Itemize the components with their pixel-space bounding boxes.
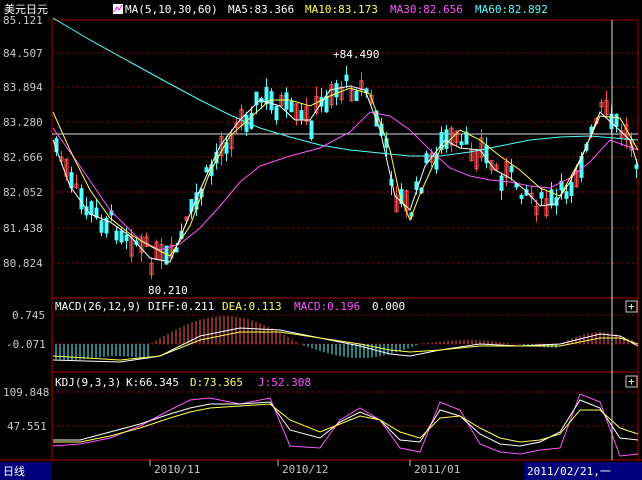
candle bbox=[69, 172, 74, 189]
macd-histogram bbox=[55, 316, 633, 360]
candle bbox=[284, 92, 289, 110]
kdj-tick-label: 47.551 bbox=[7, 420, 47, 433]
d-value: D:73.365 bbox=[190, 376, 243, 389]
candle bbox=[204, 167, 209, 173]
candle bbox=[289, 100, 294, 113]
high-marker-label: +84.490 bbox=[333, 48, 379, 61]
diff-value: DIFF:0.211 bbox=[148, 300, 214, 313]
ma30-value: MA30:82.656 bbox=[390, 3, 463, 16]
candle bbox=[614, 114, 619, 127]
ma60-value: MA60:82.892 bbox=[475, 3, 548, 16]
candle bbox=[269, 91, 274, 111]
kdj-d-line bbox=[53, 403, 639, 443]
dea-value: DEA:0.113 bbox=[222, 300, 282, 313]
ma5-line bbox=[52, 85, 639, 263]
kdj-j-line bbox=[52, 393, 639, 457]
candle bbox=[114, 230, 119, 241]
price-tick-label: 82.052 bbox=[3, 186, 43, 199]
ma-indicator-icon[interactable] bbox=[113, 4, 123, 14]
svg-text:+: + bbox=[628, 300, 635, 313]
kdj-expand-button[interactable]: + bbox=[625, 375, 638, 388]
ma10-value: MA10:83.173 bbox=[305, 3, 378, 16]
candle bbox=[99, 220, 104, 233]
candle bbox=[539, 192, 544, 199]
price-tick-label: 81.438 bbox=[3, 222, 43, 235]
candle bbox=[354, 90, 359, 101]
kdj-tick-label: 109.848 bbox=[3, 386, 49, 399]
date-label: 2010/11 bbox=[154, 463, 200, 476]
price-tick-label: 84.507 bbox=[3, 47, 43, 60]
candle bbox=[459, 141, 464, 146]
ma-indicator-label: MA(5,10,30,60) bbox=[125, 3, 218, 16]
price-tick-label: 83.280 bbox=[3, 116, 43, 129]
svg-text:日线: 日线 bbox=[3, 464, 25, 478]
macd-expand-button[interactable]: + bbox=[625, 300, 638, 313]
svg-text:2011/02/21,一: 2011/02/21,一 bbox=[527, 465, 611, 478]
candle bbox=[79, 188, 84, 210]
svg-text:+: + bbox=[628, 375, 635, 388]
kdj-indicator-label: KDJ(9,3,3) bbox=[55, 376, 121, 389]
symbol-title: 美元日元 bbox=[4, 3, 48, 16]
date-label: 2011/01 bbox=[414, 463, 460, 476]
macd-tick-label: -0.071 bbox=[6, 338, 46, 351]
candle bbox=[344, 74, 349, 82]
candle bbox=[564, 191, 569, 199]
candle bbox=[509, 165, 514, 173]
candle bbox=[119, 230, 124, 243]
candle bbox=[244, 114, 249, 132]
candle bbox=[519, 194, 524, 200]
candle bbox=[124, 234, 129, 242]
date-label: 2010/12 bbox=[282, 463, 328, 476]
price-tick-label: 83.894 bbox=[3, 81, 43, 94]
price-panel-frame bbox=[51, 19, 639, 299]
ma30-line bbox=[52, 111, 639, 251]
candle bbox=[309, 120, 314, 140]
diff-line bbox=[52, 327, 639, 363]
low-marker-label: 80.210 bbox=[148, 284, 188, 297]
macd-indicator-label: MACD(26,12,9) bbox=[55, 300, 141, 313]
candle bbox=[444, 129, 449, 149]
k-value: K:66.345 bbox=[126, 376, 179, 389]
period-tab-daily[interactable]: 日线 bbox=[0, 462, 52, 480]
candle bbox=[499, 175, 504, 191]
macd-value: MACD:0.196 bbox=[294, 300, 360, 313]
candle bbox=[569, 181, 574, 196]
candlestick-series bbox=[54, 65, 639, 280]
candle bbox=[424, 153, 429, 164]
kdj-k-line bbox=[53, 399, 639, 447]
candle bbox=[334, 83, 339, 98]
j-value: J:52.308 bbox=[258, 376, 311, 389]
forex-chart[interactable]: 85.121 84.507 83.894 83.280 82.666 82.05… bbox=[0, 0, 642, 480]
candle bbox=[274, 106, 279, 121]
macd-tick-label: 0.745 bbox=[12, 309, 45, 322]
selected-date-box: 2011/02/21,一 bbox=[524, 462, 642, 480]
ma10-line bbox=[52, 87, 639, 257]
macd-extra-value: 0.000 bbox=[372, 300, 405, 313]
ma5-value: MA5:83.366 bbox=[228, 3, 294, 16]
price-tick-label: 82.666 bbox=[3, 151, 43, 164]
price-tick-label: 80.824 bbox=[3, 257, 43, 270]
candle bbox=[89, 201, 94, 216]
candle bbox=[299, 110, 304, 121]
dea-line bbox=[52, 331, 639, 361]
